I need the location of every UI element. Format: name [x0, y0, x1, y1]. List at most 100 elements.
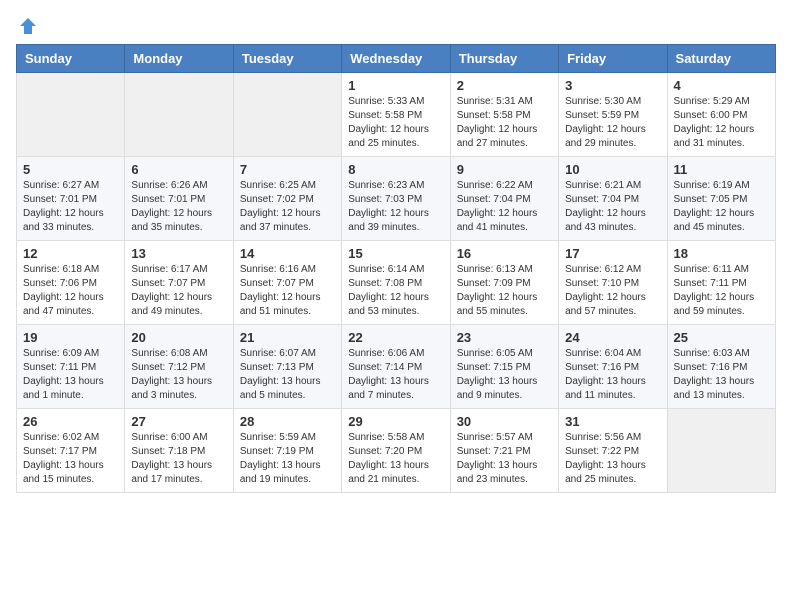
day-info: Sunrise: 5:56 AM Sunset: 7:22 PM Dayligh…	[565, 431, 660, 487]
calendar-cell: 30 Sunrise: 5:57 AM Sunset: 7:21 PM Dayli…	[450, 409, 558, 493]
day-number: 5	[23, 162, 118, 177]
day-info: Sunrise: 6:09 AM Sunset: 7:11 PM Dayligh…	[23, 347, 118, 403]
day-number: 27	[131, 414, 226, 429]
calendar-cell: 26Sunrise: 6:02 AM Sunset: 7:17 PM Dayli…	[17, 409, 125, 493]
calendar-week-row: 1Sunrise: 5:33 AM Sunset: 5:58 PM Daylig…	[17, 73, 776, 157]
header-saturday: Saturday	[667, 45, 775, 73]
header-friday: Friday	[559, 45, 667, 73]
day-info: Sunrise: 5:30 AM Sunset: 5:59 PM Dayligh…	[565, 95, 660, 151]
calendar-cell: 7 Sunrise: 6:25 AM Sunset: 7:02 PM Daylig…	[233, 157, 341, 241]
day-number: 22	[348, 330, 443, 345]
day-number: 15	[348, 246, 443, 261]
calendar-week-row: 5 Sunrise: 6:27 AM Sunset: 7:01 PM Daylig…	[17, 157, 776, 241]
calendar-cell: 17 Sunrise: 6:12 AM Sunset: 7:10 PM Dayli…	[559, 241, 667, 325]
day-number: 2	[457, 78, 552, 93]
day-number: 7	[240, 162, 335, 177]
calendar-cell	[125, 73, 233, 157]
day-info: Sunrise: 6:04 AM Sunset: 7:16 PM Dayligh…	[565, 347, 660, 403]
header-monday: Monday	[125, 45, 233, 73]
calendar-cell: 9 Sunrise: 6:22 AM Sunset: 7:04 PM Daylig…	[450, 157, 558, 241]
calendar-cell: 21 Sunrise: 6:07 AM Sunset: 7:13 PM Dayli…	[233, 325, 341, 409]
day-number: 1	[348, 78, 443, 93]
calendar-cell: 4 Sunrise: 5:29 AM Sunset: 6:00 PM Daylig…	[667, 73, 775, 157]
day-info: Sunrise: 6:14 AM Sunset: 7:08 PM Dayligh…	[348, 263, 443, 319]
calendar-cell: 29 Sunrise: 5:58 AM Sunset: 7:20 PM Dayli…	[342, 409, 450, 493]
day-info: Sunrise: 6:12 AM Sunset: 7:10 PM Dayligh…	[565, 263, 660, 319]
calendar-cell: 6 Sunrise: 6:26 AM Sunset: 7:01 PM Daylig…	[125, 157, 233, 241]
day-number: 12	[23, 246, 118, 261]
calendar-cell: 28 Sunrise: 5:59 AM Sunset: 7:19 PM Dayli…	[233, 409, 341, 493]
calendar-cell	[17, 73, 125, 157]
day-info: Sunrise: 5:57 AM Sunset: 7:21 PM Dayligh…	[457, 431, 552, 487]
calendar-cell	[233, 73, 341, 157]
day-info: Sunrise: 6:26 AM Sunset: 7:01 PM Dayligh…	[131, 179, 226, 235]
calendar-week-row: 12 Sunrise: 6:18 AM Sunset: 7:06 PM Dayli…	[17, 241, 776, 325]
day-number: 31	[565, 414, 660, 429]
calendar-cell: 15 Sunrise: 6:14 AM Sunset: 7:08 PM Dayli…	[342, 241, 450, 325]
calendar-cell: 23Sunrise: 6:05 AM Sunset: 7:15 PM Dayli…	[450, 325, 558, 409]
logo	[16, 16, 38, 36]
day-number: 19	[23, 330, 118, 345]
day-info: Sunrise: 6:23 AM Sunset: 7:03 PM Dayligh…	[348, 179, 443, 235]
day-info: Sunrise: 6:07 AM Sunset: 7:13 PM Dayligh…	[240, 347, 335, 403]
day-info: Sunrise: 6:22 AM Sunset: 7:04 PM Dayligh…	[457, 179, 552, 235]
day-info: Sunrise: 6:16 AM Sunset: 7:07 PM Dayligh…	[240, 263, 335, 319]
calendar-cell: 11 Sunrise: 6:19 AM Sunset: 7:05 PM Dayli…	[667, 157, 775, 241]
day-info: Sunrise: 6:27 AM Sunset: 7:01 PM Dayligh…	[23, 179, 118, 235]
day-number: 18	[674, 246, 769, 261]
day-number: 23	[457, 330, 552, 345]
calendar-cell: 19 Sunrise: 6:09 AM Sunset: 7:11 PM Dayli…	[17, 325, 125, 409]
calendar-cell: 13Sunrise: 6:17 AM Sunset: 7:07 PM Dayli…	[125, 241, 233, 325]
calendar-cell: 3Sunrise: 5:30 AM Sunset: 5:59 PM Daylig…	[559, 73, 667, 157]
day-number: 29	[348, 414, 443, 429]
calendar-week-row: 19 Sunrise: 6:09 AM Sunset: 7:11 PM Dayli…	[17, 325, 776, 409]
day-info: Sunrise: 6:03 AM Sunset: 7:16 PM Dayligh…	[674, 347, 769, 403]
day-info: Sunrise: 6:19 AM Sunset: 7:05 PM Dayligh…	[674, 179, 769, 235]
header-thursday: Thursday	[450, 45, 558, 73]
header-tuesday: Tuesday	[233, 45, 341, 73]
day-number: 16	[457, 246, 552, 261]
day-number: 21	[240, 330, 335, 345]
calendar-table: SundayMondayTuesdayWednesdayThursdayFrid…	[16, 44, 776, 493]
day-number: 6	[131, 162, 226, 177]
page-header	[16, 16, 776, 36]
day-info: Sunrise: 6:17 AM Sunset: 7:07 PM Dayligh…	[131, 263, 226, 319]
day-number: 26	[23, 414, 118, 429]
calendar-cell: 10Sunrise: 6:21 AM Sunset: 7:04 PM Dayli…	[559, 157, 667, 241]
day-number: 30	[457, 414, 552, 429]
calendar-cell: 5 Sunrise: 6:27 AM Sunset: 7:01 PM Daylig…	[17, 157, 125, 241]
calendar-cell: 2 Sunrise: 5:31 AM Sunset: 5:58 PM Daylig…	[450, 73, 558, 157]
calendar-cell: 18Sunrise: 6:11 AM Sunset: 7:11 PM Dayli…	[667, 241, 775, 325]
day-info: Sunrise: 6:00 AM Sunset: 7:18 PM Dayligh…	[131, 431, 226, 487]
day-info: Sunrise: 6:06 AM Sunset: 7:14 PM Dayligh…	[348, 347, 443, 403]
header-wednesday: Wednesday	[342, 45, 450, 73]
day-number: 9	[457, 162, 552, 177]
day-number: 8	[348, 162, 443, 177]
calendar-cell: 1Sunrise: 5:33 AM Sunset: 5:58 PM Daylig…	[342, 73, 450, 157]
calendar-cell: 16 Sunrise: 6:13 AM Sunset: 7:09 PM Dayli…	[450, 241, 558, 325]
day-number: 17	[565, 246, 660, 261]
header-sunday: Sunday	[17, 45, 125, 73]
logo-icon	[18, 16, 38, 36]
day-info: Sunrise: 6:18 AM Sunset: 7:06 PM Dayligh…	[23, 263, 118, 319]
calendar-cell: 31 Sunrise: 5:56 AM Sunset: 7:22 PM Dayli…	[559, 409, 667, 493]
day-info: Sunrise: 5:31 AM Sunset: 5:58 PM Dayligh…	[457, 95, 552, 151]
day-number: 4	[674, 78, 769, 93]
calendar-cell: 12 Sunrise: 6:18 AM Sunset: 7:06 PM Dayli…	[17, 241, 125, 325]
calendar-cell: 20Sunrise: 6:08 AM Sunset: 7:12 PM Dayli…	[125, 325, 233, 409]
day-info: Sunrise: 5:58 AM Sunset: 7:20 PM Dayligh…	[348, 431, 443, 487]
day-info: Sunrise: 5:29 AM Sunset: 6:00 PM Dayligh…	[674, 95, 769, 151]
day-number: 11	[674, 162, 769, 177]
day-number: 28	[240, 414, 335, 429]
calendar-cell: 25Sunrise: 6:03 AM Sunset: 7:16 PM Dayli…	[667, 325, 775, 409]
day-number: 20	[131, 330, 226, 345]
calendar-cell: 8 Sunrise: 6:23 AM Sunset: 7:03 PM Daylig…	[342, 157, 450, 241]
calendar-cell: 22 Sunrise: 6:06 AM Sunset: 7:14 PM Dayli…	[342, 325, 450, 409]
calendar-cell	[667, 409, 775, 493]
day-info: Sunrise: 6:21 AM Sunset: 7:04 PM Dayligh…	[565, 179, 660, 235]
calendar-header-row: SundayMondayTuesdayWednesdayThursdayFrid…	[17, 45, 776, 73]
day-info: Sunrise: 5:59 AM Sunset: 7:19 PM Dayligh…	[240, 431, 335, 487]
day-info: Sunrise: 6:13 AM Sunset: 7:09 PM Dayligh…	[457, 263, 552, 319]
day-info: Sunrise: 6:25 AM Sunset: 7:02 PM Dayligh…	[240, 179, 335, 235]
calendar-cell: 24Sunrise: 6:04 AM Sunset: 7:16 PM Dayli…	[559, 325, 667, 409]
